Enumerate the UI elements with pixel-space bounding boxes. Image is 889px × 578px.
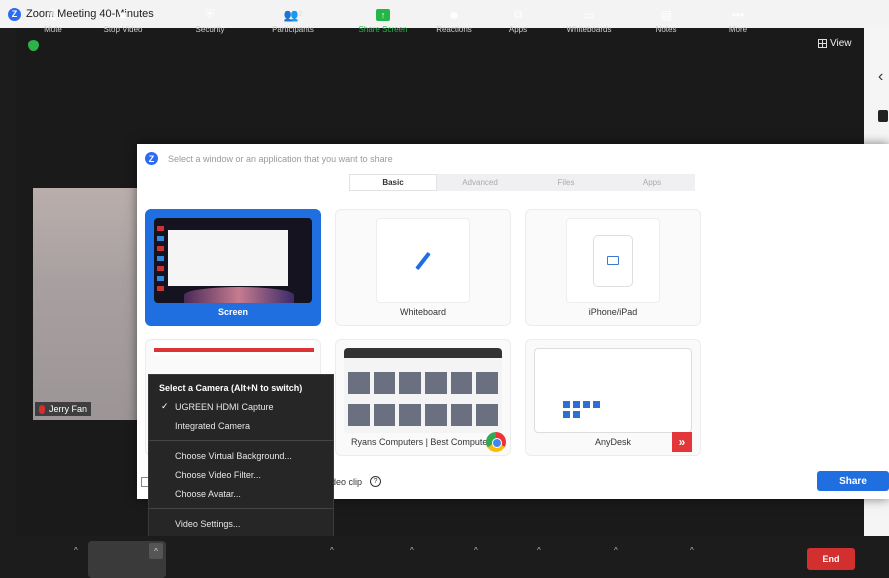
notes-button[interactable]: ▤ Notes bbox=[648, 0, 684, 42]
camera-option-ugreen[interactable]: ✓ UGREEN HDMI Capture bbox=[149, 398, 333, 415]
participant-video-tile[interactable] bbox=[33, 188, 138, 420]
notes-icon: ▤ bbox=[660, 7, 672, 22]
panel-icon bbox=[878, 110, 888, 122]
screen-thumbnail bbox=[154, 218, 312, 303]
whiteboards-options-caret[interactable]: ^ bbox=[614, 546, 618, 555]
mic-muted-icon bbox=[39, 404, 45, 414]
anydesk-icon: » bbox=[672, 432, 692, 452]
ipad-icon bbox=[593, 234, 633, 287]
zoom-logo-icon: Z bbox=[145, 152, 158, 165]
camera-option-integrated[interactable]: Integrated Camera bbox=[149, 417, 333, 434]
end-meeting-button[interactable]: End bbox=[807, 548, 855, 570]
chrome-icon bbox=[486, 432, 506, 452]
more-dots-icon: ••• bbox=[731, 7, 745, 22]
grid-icon bbox=[818, 39, 827, 48]
participants-button[interactable]: 👥 2 Participants bbox=[262, 0, 324, 42]
tab-apps[interactable]: Apps bbox=[609, 174, 695, 191]
tab-files[interactable]: Files bbox=[523, 174, 609, 191]
share-option-anydesk[interactable]: AnyDesk » bbox=[525, 339, 701, 456]
more-button[interactable]: ••• More bbox=[720, 0, 756, 42]
website-thumbnail bbox=[344, 348, 502, 433]
participants-options-caret[interactable]: ^ bbox=[330, 546, 334, 555]
share-options-caret[interactable]: ^ bbox=[410, 546, 414, 555]
participant-name-tag: Jerry Fan bbox=[35, 402, 92, 416]
share-option-screen[interactable]: Screen bbox=[145, 209, 321, 326]
notes-options-caret[interactable]: ^ bbox=[690, 546, 694, 555]
dialog-heading: Select a window or an application that y… bbox=[168, 153, 393, 164]
share-option-iphone-ipad[interactable]: iPhone/iPad bbox=[525, 209, 701, 326]
video-settings[interactable]: Video Settings... bbox=[149, 515, 333, 532]
apps-icon: ⧉ bbox=[513, 7, 523, 21]
participants-icon: 👥 2 bbox=[283, 7, 303, 22]
checkmark-icon: ✓ bbox=[161, 401, 169, 411]
card-label: iPhone/iPad bbox=[588, 307, 638, 317]
mute-options-caret[interactable]: ^ bbox=[74, 546, 78, 555]
share-screen-icon: ↑ bbox=[376, 8, 390, 21]
chevron-left-icon[interactable]: ‹ bbox=[878, 68, 883, 86]
choose-virtual-background[interactable]: Choose Virtual Background... bbox=[149, 447, 333, 464]
choose-avatar[interactable]: Choose Avatar... bbox=[149, 485, 333, 502]
zoom-logo-icon: Z bbox=[8, 7, 21, 21]
apps-button[interactable]: ⧉ Apps bbox=[500, 0, 536, 42]
mute-button[interactable]: 🎙 Mute bbox=[38, 0, 68, 42]
tab-advanced[interactable]: Advanced bbox=[437, 174, 523, 191]
view-button[interactable]: View bbox=[818, 38, 852, 49]
microphone-icon: 🎙 bbox=[45, 7, 61, 22]
help-icon[interactable]: ? bbox=[370, 476, 382, 487]
reactions-icon: ☻ bbox=[447, 7, 461, 22]
video-options-caret[interactable]: ^ bbox=[149, 543, 163, 559]
share-button[interactable]: Share bbox=[817, 471, 889, 491]
shield-icon: ⛨ bbox=[205, 7, 215, 21]
reactions-button[interactable]: ☻ Reactions bbox=[430, 0, 478, 42]
anydesk-thumbnail bbox=[534, 348, 692, 433]
apps-options-caret[interactable]: ^ bbox=[537, 546, 541, 555]
camera-menu-title: Select a Camera (Alt+N to switch) bbox=[159, 382, 303, 393]
share-option-whiteboard[interactable]: Whiteboard bbox=[335, 209, 511, 326]
video-camera-icon: ■ bbox=[119, 7, 127, 22]
pen-icon bbox=[415, 251, 431, 270]
security-button[interactable]: ⛨ Security bbox=[188, 0, 232, 42]
whiteboard-icon: ▭ bbox=[583, 7, 595, 22]
whiteboards-button[interactable]: ▭ Whiteboards bbox=[558, 0, 620, 42]
choose-video-filter[interactable]: Choose Video Filter... bbox=[149, 466, 333, 483]
card-label: Ryans Computers | Best Compute... bbox=[351, 437, 495, 447]
card-label: Screen bbox=[217, 307, 249, 317]
dialog-header: Z Select a window or an application that… bbox=[145, 152, 393, 165]
share-option-ryans-computers[interactable]: Ryans Computers | Best Compute... bbox=[335, 339, 511, 456]
camera-menu: Select a Camera (Alt+N to switch) ✓ UGRE… bbox=[148, 374, 334, 537]
share-tabs: Basic Advanced Files Apps bbox=[349, 174, 695, 191]
tab-basic[interactable]: Basic bbox=[349, 174, 437, 191]
reactions-options-caret[interactable]: ^ bbox=[474, 546, 478, 555]
share-screen-button[interactable]: ↑ Share Screen bbox=[352, 0, 414, 42]
card-label: Whiteboard bbox=[399, 307, 447, 317]
video-clip-label: deo clip bbox=[331, 476, 363, 487]
browser-thumbnail bbox=[154, 341, 314, 355]
stop-video-button[interactable]: ■ Stop Video bbox=[98, 0, 148, 42]
